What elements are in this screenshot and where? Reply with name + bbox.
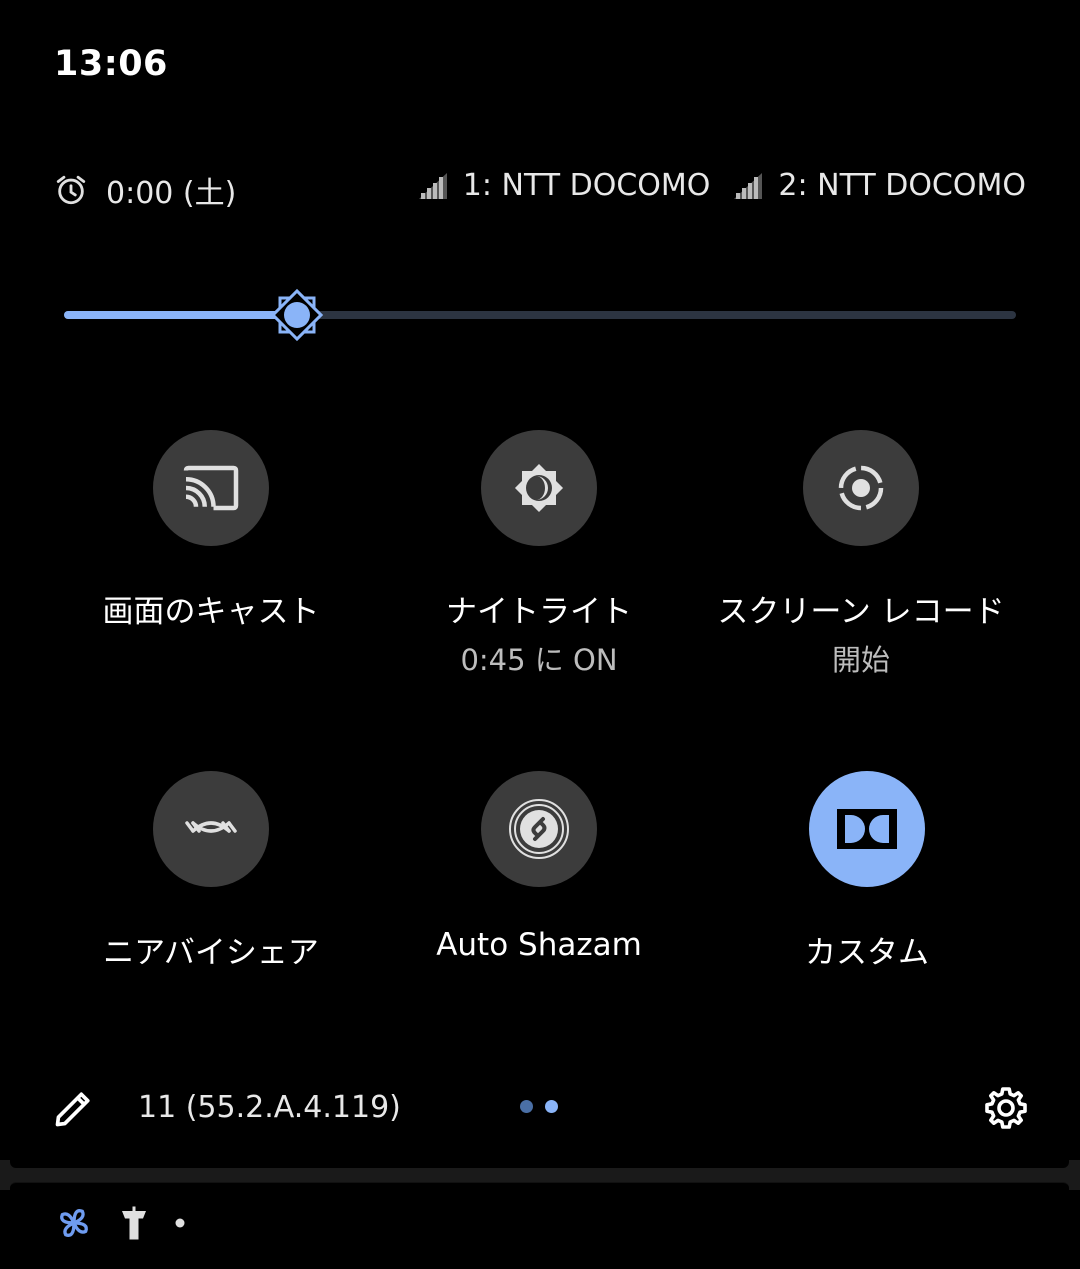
tile-cast[interactable]: 画面のキャスト xyxy=(61,430,361,631)
signal-icon xyxy=(734,172,763,199)
tile-screen-record[interactable]: スクリーン レコード 開始 xyxy=(717,430,1005,679)
next-alarm[interactable]: 0:00 (土) xyxy=(54,168,236,212)
carrier-label: 1: NTT DOCOMO xyxy=(462,168,711,203)
page-dot-1 xyxy=(520,1100,533,1113)
shazam-icon xyxy=(509,799,569,859)
notification-icons xyxy=(54,1203,208,1243)
nearby-share-icon xyxy=(185,821,237,833)
page-dot-2 xyxy=(545,1100,558,1113)
tile-sublabel: 0:45 に ON xyxy=(460,643,618,677)
carrier-list: 1: NTT DOCOMO 2: NTT DOCOMO xyxy=(395,168,1026,203)
tile-label: ナイトライト xyxy=(446,594,632,630)
more-dot-icon xyxy=(175,1218,185,1228)
tile-screen-record-button[interactable] xyxy=(803,430,919,546)
pinwheel-icon xyxy=(60,1209,88,1237)
alarm-text: 0:00 (土) xyxy=(106,176,237,211)
tile-label: Auto Shazam xyxy=(436,927,642,963)
tile-night-light-button[interactable] xyxy=(481,430,597,546)
night-light-icon xyxy=(514,463,564,513)
tile-sublabel: 開始 xyxy=(831,643,890,677)
tile-nearby-share-button[interactable] xyxy=(153,771,269,887)
settings-gear-icon[interactable] xyxy=(982,1084,1030,1132)
tile-label: スクリーン レコード xyxy=(717,594,1005,630)
edit-pencil-icon[interactable] xyxy=(52,1086,96,1130)
carrier-2: 2: NTT DOCOMO xyxy=(732,168,1026,203)
cast-icon xyxy=(183,465,239,511)
airport-icon xyxy=(122,1206,146,1240)
tile-label: ニアバイシェア xyxy=(103,935,319,971)
slider-fill xyxy=(64,311,298,319)
build-number[interactable]: 11 (55.2.A.4.119) xyxy=(138,1090,401,1125)
dolby-icon xyxy=(837,809,897,849)
tile-nearby-share[interactable]: ニアバイシェア xyxy=(61,771,361,972)
quick-settings-footer: 11 (55.2.A.4.119) xyxy=(0,1080,1080,1136)
page-indicator xyxy=(520,1100,570,1113)
tile-dolby-custom[interactable]: カスタム xyxy=(717,771,1017,972)
carrier-1: 1: NTT DOCOMO xyxy=(417,168,711,203)
status-clock: 13:06 xyxy=(54,44,168,84)
tile-night-light[interactable]: ナイトライト 0:45 に ON xyxy=(389,430,689,679)
tile-label: カスタム xyxy=(805,935,929,971)
screen-record-icon xyxy=(838,465,884,511)
tile-auto-shazam[interactable]: Auto Shazam xyxy=(389,771,689,963)
tile-auto-shazam-button[interactable] xyxy=(481,771,597,887)
notification-shelf[interactable] xyxy=(10,1182,1069,1269)
signal-icon xyxy=(418,172,447,199)
tile-label: 画面のキャスト xyxy=(102,594,320,630)
carrier-label: 2: NTT DOCOMO xyxy=(778,168,1026,203)
brightness-slider[interactable] xyxy=(64,288,1016,342)
tile-dolby-button[interactable] xyxy=(809,771,925,887)
tile-cast-button[interactable] xyxy=(153,430,269,546)
brightness-thumb-icon[interactable] xyxy=(267,285,327,345)
alarm-clock-icon xyxy=(56,175,86,205)
